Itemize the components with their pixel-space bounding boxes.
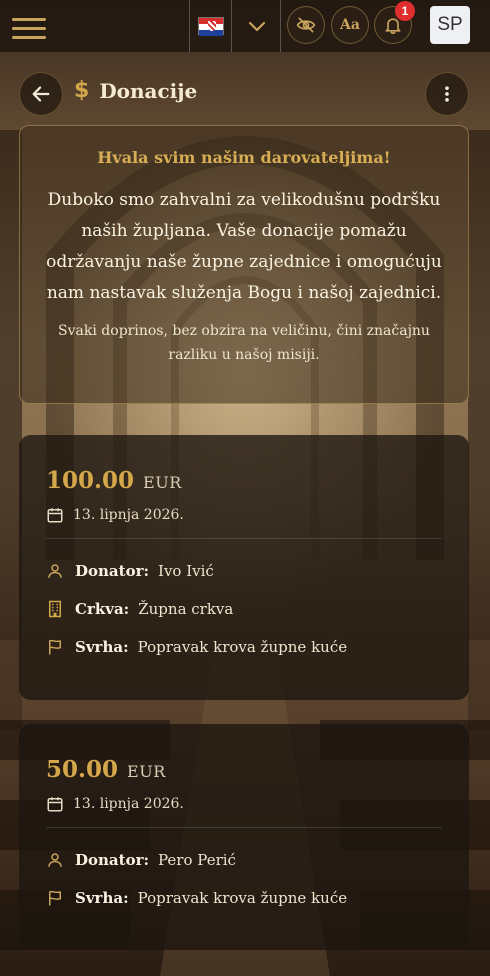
font-size-label: Aa	[340, 17, 360, 33]
church-row: Crkva: Župna crkva	[46, 599, 442, 619]
donation-amount: 100.00	[46, 467, 135, 494]
back-button[interactable]	[19, 72, 63, 116]
building-icon	[46, 600, 64, 618]
donor-name: Pero Perić	[158, 851, 236, 869]
donor-label: Donator:	[75, 562, 150, 580]
font-size-button[interactable]: Aa	[331, 6, 369, 44]
calendar-icon	[47, 508, 63, 523]
page-title: $ Donacije	[74, 78, 197, 103]
hamburger-menu-icon[interactable]	[12, 18, 46, 46]
avatar[interactable]: SP	[430, 6, 470, 44]
page-title-text: Donacije	[99, 78, 198, 103]
more-options-button[interactable]	[425, 72, 469, 116]
purpose-row: Svrha: Popravak krova župne kuće	[46, 888, 442, 908]
purpose-label: Svrha:	[75, 889, 129, 907]
purpose-row: Svrha: Popravak krova župne kuće	[46, 637, 442, 657]
language-selector[interactable]	[189, 0, 281, 52]
donation-amount: 50.00	[46, 756, 119, 783]
donation-date-row: 13. lipnja 2026.	[46, 795, 442, 813]
notification-badge: 1	[395, 1, 415, 21]
divider	[46, 827, 442, 828]
donor-row: Donator: Ivo Ivić	[46, 561, 442, 581]
divider	[46, 538, 442, 539]
church-label: Crkva:	[75, 600, 130, 618]
dollar-icon: $	[74, 78, 90, 103]
more-vertical-icon	[445, 86, 449, 102]
church-name: Župna crkva	[138, 600, 234, 618]
user-icon	[46, 562, 64, 580]
eye-off-icon	[296, 17, 316, 33]
top-bar: Aa 1 SP	[0, 0, 490, 52]
donor-name: Ivo Ivić	[158, 562, 214, 580]
user-icon	[46, 851, 64, 869]
notifications-button[interactable]: 1	[374, 1, 415, 44]
thanks-subtext: Svaki doprinos, bez obzira na veličinu, …	[58, 323, 430, 363]
donor-label: Donator:	[75, 851, 150, 869]
donation-currency: EUR	[127, 762, 166, 781]
donor-row: Donator: Pero Perić	[46, 850, 442, 870]
donation-currency: EUR	[143, 473, 182, 492]
donation-date-row: 13. lipnja 2026.	[46, 506, 442, 524]
thanks-title: Hvala svim našim darovateljima!	[97, 148, 391, 167]
purpose-label: Svrha:	[75, 638, 129, 656]
calendar-icon	[47, 797, 63, 812]
thanks-body: Duboko smo zahvalni za velikodušnu podrš…	[46, 190, 442, 303]
purpose-text: Popravak krova župne kuće	[137, 889, 348, 907]
donation-card[interactable]: 50.00 EUR 13. lipnja 2026. Donator: Pero…	[19, 724, 469, 950]
donation-date: 13. lipnja 2026.	[73, 507, 184, 523]
donation-card[interactable]: 100.00 EUR 13. lipnja 2026. Donator: Ivo…	[19, 435, 469, 700]
purpose-text: Popravak krova župne kuće	[137, 638, 348, 656]
thanks-card: Hvala svim našim darovateljima! Duboko s…	[19, 125, 469, 404]
arrow-left-icon	[32, 86, 50, 102]
flag-icon	[46, 638, 64, 656]
donation-date: 13. lipnja 2026.	[73, 796, 184, 812]
flag-icon	[46, 889, 64, 907]
croatia-flag-icon[interactable]	[198, 17, 224, 36]
hide-content-button[interactable]	[287, 6, 325, 44]
chevron-down-icon[interactable]	[247, 17, 267, 35]
